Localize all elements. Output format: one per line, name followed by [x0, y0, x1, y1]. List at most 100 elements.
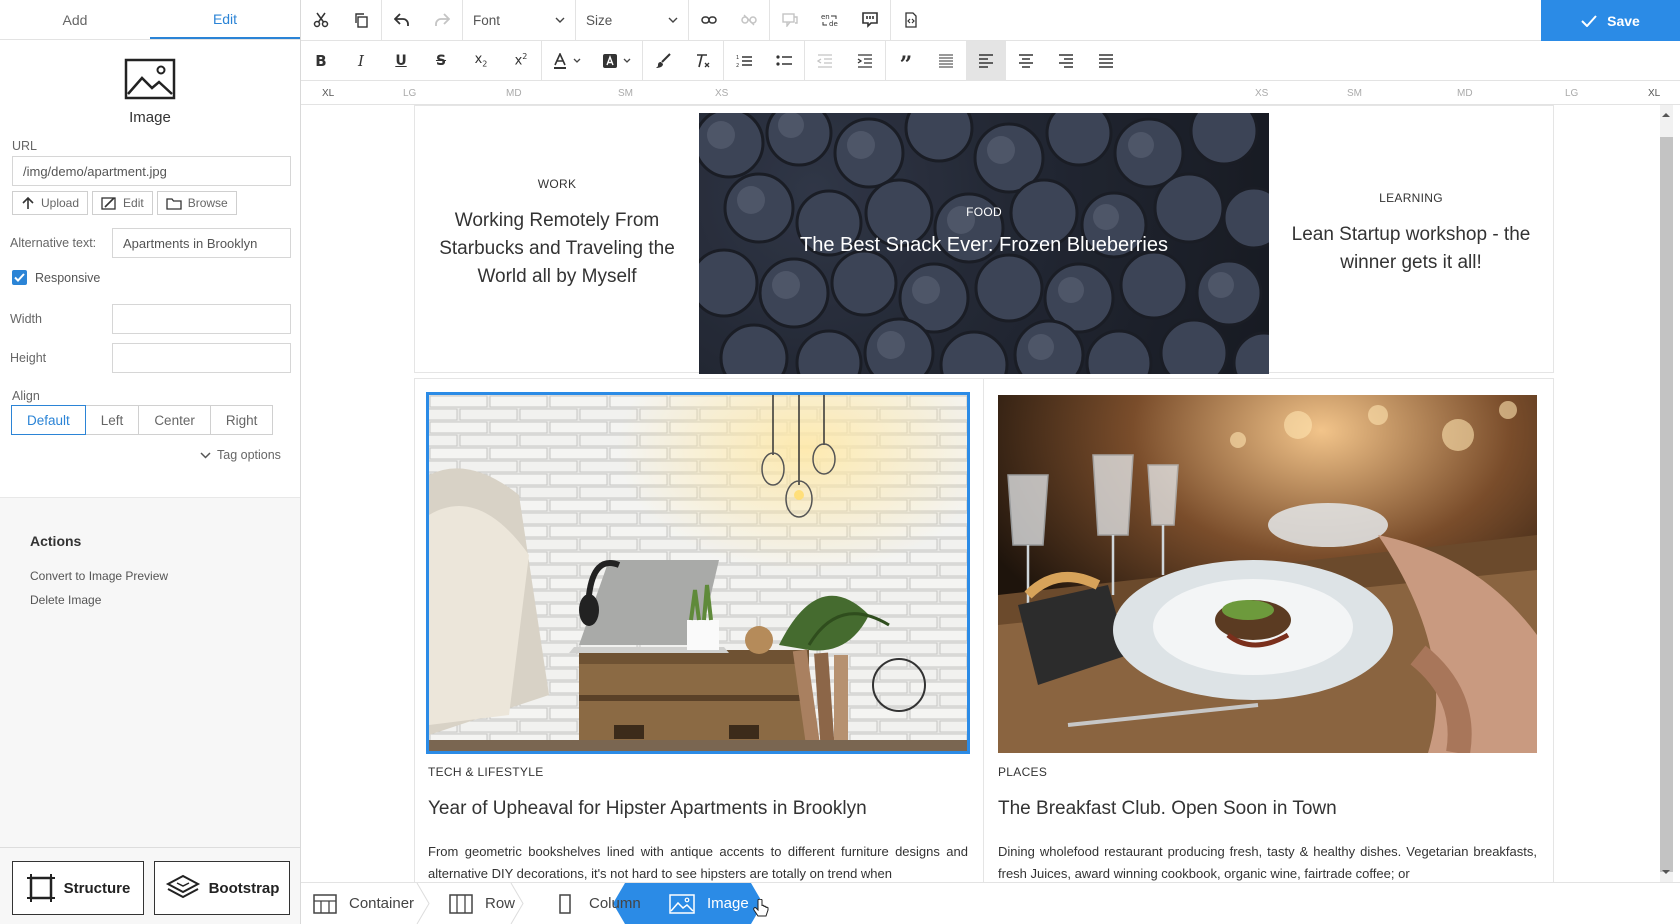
outdent-button[interactable] [805, 41, 845, 81]
tag-options-toggle[interactable]: Tag options [200, 448, 281, 462]
undo-button[interactable] [382, 0, 422, 40]
unlink-button[interactable] [729, 0, 769, 40]
strikethrough-button[interactable]: S [421, 41, 461, 81]
special-chars-button[interactable] [850, 0, 890, 40]
text-color-button[interactable] [542, 41, 592, 81]
comment-icon [782, 13, 798, 27]
top-card-work[interactable]: WORK Working Remotely From Starbucks and… [415, 105, 699, 373]
left-panel: Add Edit Image URL /img/demo/apartment.j… [0, 0, 301, 924]
toolbar-row-2: B I U S x2 x2 12 ” [301, 40, 1680, 81]
tab-add[interactable]: Add [0, 0, 150, 39]
bp-xl-left[interactable]: XL [322, 88, 334, 99]
clear-format-button[interactable] [683, 41, 723, 81]
scrollbar-thumb[interactable] [1660, 137, 1673, 872]
indent-button[interactable] [845, 41, 885, 81]
comment-button[interactable] [770, 0, 810, 40]
upload-button[interactable]: Upload [12, 191, 89, 215]
font-select[interactable]: Font [462, 0, 576, 40]
card-title: Year of Upheaval for Hipster Apartments … [428, 798, 867, 819]
bold-icon: B [315, 51, 327, 70]
align-right-text-button[interactable] [1046, 41, 1086, 81]
horizontal-line-button[interactable] [926, 41, 966, 81]
url-input[interactable]: /img/demo/apartment.jpg [12, 156, 291, 186]
responsive-row[interactable]: Responsive [12, 270, 100, 285]
check-icon [14, 273, 25, 282]
italic-button[interactable]: I [341, 41, 381, 81]
card-category: FOOD [966, 205, 1002, 219]
structure-button[interactable]: Structure [12, 861, 145, 915]
bottom-card-tech[interactable]: TECH & LIFESTYLE Year of Upheaval for Hi… [428, 765, 968, 882]
column-icon [559, 893, 571, 914]
height-row: Height [10, 343, 291, 373]
scroll-down-icon[interactable] [1661, 869, 1671, 875]
crumb-row[interactable]: Row [449, 883, 515, 924]
bp-sm-left[interactable]: SM [618, 88, 633, 99]
container-icon [313, 893, 337, 914]
width-input[interactable] [112, 304, 291, 334]
align-center-text-button[interactable] [1006, 41, 1046, 81]
source-code-button[interactable] [891, 0, 931, 40]
chevron-down-icon [573, 58, 581, 63]
restaurant-image[interactable] [998, 395, 1537, 753]
convert-image-preview-link[interactable]: Convert to Image Preview [30, 569, 300, 583]
ordered-list-button[interactable]: 12 [724, 41, 764, 81]
browse-button[interactable]: Browse [156, 191, 237, 215]
redo-button[interactable] [422, 0, 462, 40]
bp-xl-right[interactable]: XL [1648, 88, 1660, 99]
align-justify-icon [1099, 53, 1113, 68]
alt-input[interactable]: Apartments in Brooklyn [112, 228, 291, 258]
quote-box-icon [862, 12, 878, 28]
copy-button[interactable] [341, 0, 381, 40]
crumb-container[interactable]: Container [313, 883, 414, 924]
background-color-button[interactable] [592, 41, 642, 81]
bootstrap-button[interactable]: Bootstrap [154, 861, 290, 915]
align-label: Align [12, 389, 40, 403]
bp-lg-right[interactable]: LG [1565, 88, 1578, 99]
bp-sm-right[interactable]: SM [1347, 88, 1362, 99]
bp-md-right[interactable]: MD [1457, 88, 1473, 99]
responsive-label: Responsive [35, 270, 101, 285]
card-category: WORK [537, 177, 577, 191]
height-input[interactable] [112, 343, 291, 373]
align-center-button[interactable]: Center [138, 405, 211, 435]
bp-xs-left[interactable]: XS [715, 88, 728, 99]
align-right-icon [1059, 53, 1073, 68]
size-select[interactable]: Size [576, 0, 689, 40]
bottom-card-places[interactable]: PLACES The Breakfast Club. Open Soon in … [998, 765, 1537, 882]
align-right-button[interactable]: Right [209, 405, 274, 435]
delete-image-link[interactable]: Delete Image [30, 593, 300, 607]
crumb-column[interactable]: Column [553, 883, 641, 924]
edit-image-button[interactable]: Edit [92, 191, 153, 215]
superscript-button[interactable]: x2 [501, 41, 541, 81]
responsive-checkbox[interactable] [12, 270, 27, 285]
subscript-button[interactable]: x2 [461, 41, 501, 81]
top-card-food[interactable]: FOOD The Best Snack Ever: Frozen Blueber… [699, 113, 1269, 374]
bp-lg-left[interactable]: LG [403, 88, 416, 99]
align-left-text-button[interactable] [966, 40, 1006, 81]
subscript-icon: x2 [474, 52, 488, 69]
align-default-button[interactable]: Default [11, 405, 86, 435]
bp-xs-right[interactable]: XS [1255, 88, 1268, 99]
italic-icon: I [358, 51, 364, 70]
align-left-button[interactable]: Left [84, 405, 140, 435]
tab-edit[interactable]: Edit [150, 0, 300, 39]
justify-text-button[interactable] [1086, 41, 1126, 81]
format-painter-button[interactable] [643, 41, 683, 81]
copy-icon [355, 13, 368, 28]
apartment-image-selected[interactable] [426, 392, 970, 754]
translate-button[interactable]: en de [810, 0, 850, 40]
underline-button[interactable]: U [381, 41, 421, 81]
bp-md-left[interactable]: MD [506, 88, 522, 99]
canvas-scrollbar[interactable] [1647, 105, 1680, 882]
quote-icon: ” [899, 51, 913, 78]
bold-button[interactable]: B [301, 41, 341, 81]
crumb-image[interactable]: Image [669, 883, 749, 924]
scroll-up-icon[interactable] [1661, 112, 1671, 118]
save-button[interactable]: Save [1541, 0, 1680, 41]
bullet-list-button[interactable] [764, 41, 804, 81]
top-card-learning[interactable]: LEARNING Lean Startup workshop - the win… [1269, 105, 1553, 373]
horizontal-line-icon [939, 54, 953, 67]
blockquote-button[interactable]: ” [886, 41, 926, 81]
link-button[interactable] [689, 0, 729, 40]
cut-button[interactable] [301, 0, 341, 40]
